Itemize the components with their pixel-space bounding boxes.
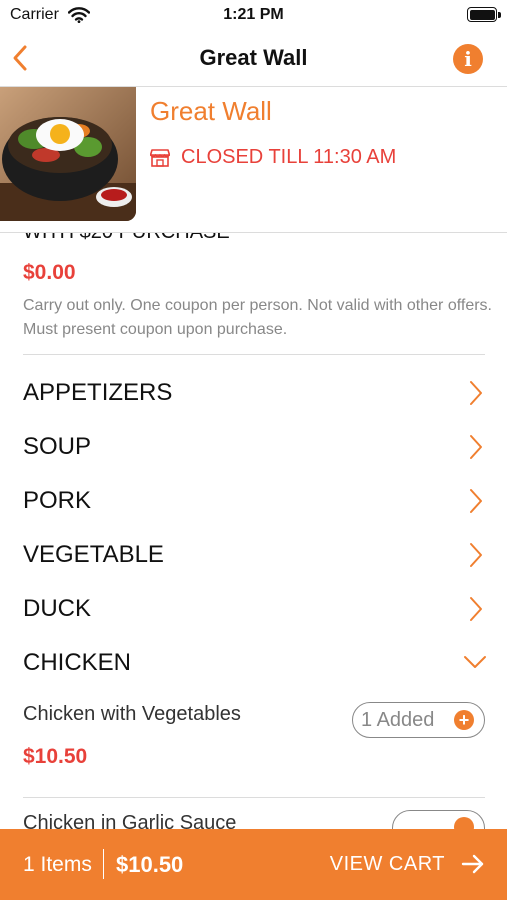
plus-icon [454, 817, 474, 829]
menu-item-name[interactable]: Chicken with Vegetables [23, 703, 241, 726]
category-label: PORK [23, 487, 92, 514]
chevron-down-icon [464, 656, 486, 668]
category-label: SOUP [23, 433, 92, 460]
category-soup[interactable]: SOUP [0, 421, 507, 475]
restaurant-image [0, 87, 136, 221]
category-label: VEGETABLE [23, 541, 164, 568]
restaurant-status: CLOSED TILL 11:30 AM [181, 146, 397, 168]
nav-bar: Great Wall i [0, 30, 507, 87]
chevron-right-icon [470, 597, 482, 621]
category-appetizers[interactable]: APPETIZERS [0, 367, 507, 421]
cart-separator [103, 849, 104, 879]
divider [23, 797, 485, 798]
category-chicken[interactable]: CHICKEN [0, 637, 507, 691]
restaurant-header: Great Wall CLOSED TILL 11:30 AM [0, 87, 507, 233]
cart-total: $10.50 [116, 852, 184, 877]
add-item-button[interactable]: 1 Added + [352, 702, 485, 738]
coupon-price: $0.00 [23, 261, 76, 284]
status-bar: Carrier 1:21 PM [0, 0, 507, 30]
next-add-button-clip [392, 810, 485, 829]
coupon-title-clip: WITH $20 PURCHASE [23, 233, 323, 249]
category-label: APPETIZERS [23, 379, 173, 406]
divider [23, 354, 485, 355]
category-duck[interactable]: DUCK [0, 583, 507, 637]
added-count-label: 1 Added [361, 709, 435, 731]
view-cart-button[interactable]: VIEW CART [330, 853, 445, 876]
nav-title: Great Wall [199, 45, 308, 70]
chevron-right-icon [470, 381, 482, 405]
next-item-clip: Chicken in Garlic Sauce [23, 812, 323, 829]
category-vegetable[interactable]: VEGETABLE [0, 529, 507, 583]
coupon-description: Carry out only. One coupon per person. N… [23, 297, 492, 338]
store-closed-icon [150, 149, 170, 167]
menu-item-name[interactable]: Chicken in Garlic Sauce [23, 812, 236, 829]
cart-item-count: 1 Items [23, 853, 92, 876]
plus-icon: + [454, 710, 474, 730]
coupon-title: WITH $20 PURCHASE [23, 233, 230, 244]
info-icon[interactable]: i [453, 44, 483, 74]
battery-icon [467, 7, 497, 22]
category-label: DUCK [23, 595, 92, 622]
category-label: CHICKEN [23, 649, 132, 676]
chevron-right-icon [470, 543, 482, 567]
restaurant-name: Great Wall [150, 96, 272, 126]
menu-item-price: $10.50 [23, 745, 88, 768]
chevron-right-icon [470, 489, 482, 513]
category-pork[interactable]: PORK [0, 475, 507, 529]
add-item-button[interactable] [392, 810, 485, 829]
view-cart-bar[interactable]: 1 Items $10.50 VIEW CART [0, 829, 507, 900]
status-time: 1:21 PM [223, 6, 284, 23]
chevron-right-icon [470, 435, 482, 459]
arrow-right-icon [461, 854, 484, 874]
